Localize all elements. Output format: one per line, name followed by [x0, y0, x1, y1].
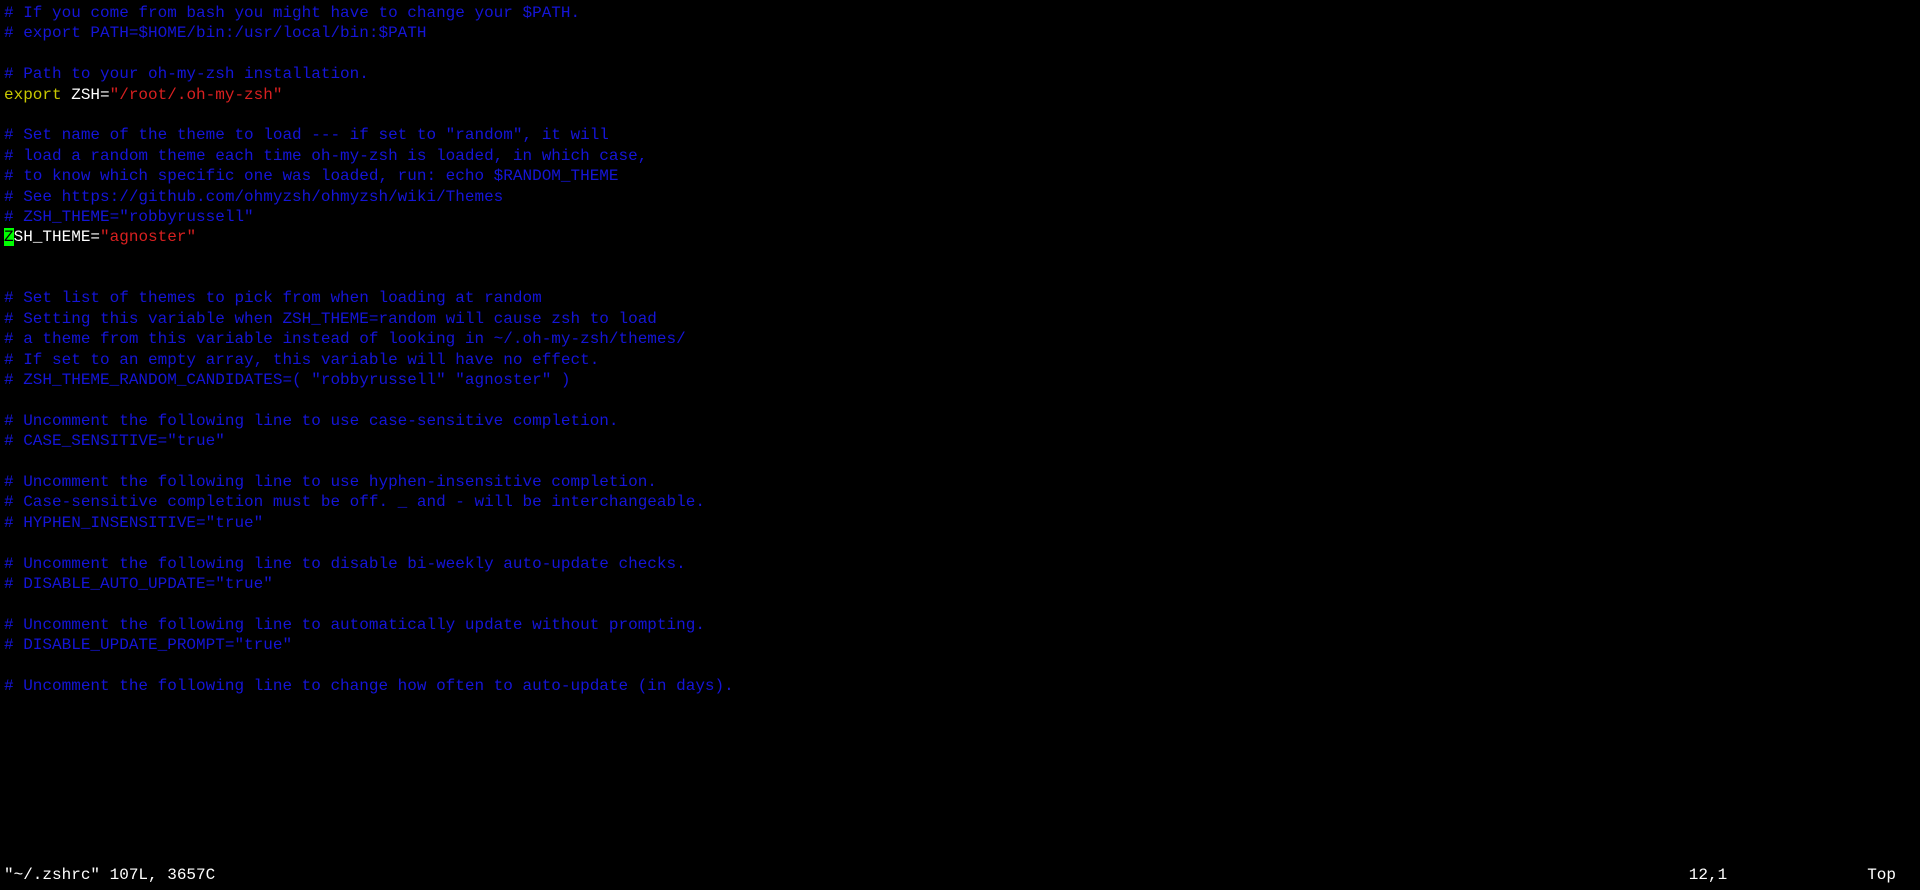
string-literal: "agnoster": [100, 228, 196, 246]
code-line: # export PATH=$HOME/bin:/usr/local/bin:$…: [4, 23, 1920, 43]
code-line: # ZSH_THEME_RANDOM_CANDIDATES=( "robbyru…: [4, 370, 1920, 390]
comment-text: # HYPHEN_INSENSITIVE="true": [4, 514, 263, 532]
code-line: [4, 452, 1920, 472]
vim-statusbar: "~/.zshrc" 107L, 3657C 12,1 Top: [0, 865, 1920, 885]
comment-text: # If set to an empty array, this variabl…: [4, 351, 599, 369]
comment-text: # Case-sensitive completion must be off.…: [4, 493, 705, 511]
status-filename: "~/.zshrc" 107L, 3657C: [4, 865, 215, 885]
code-line: [4, 656, 1920, 676]
comment-text: # Uncomment the following line to use ca…: [4, 412, 619, 430]
comment-text: # a theme from this variable instead of …: [4, 330, 686, 348]
code-line: # Uncomment the following line to disabl…: [4, 554, 1920, 574]
code-line: # HYPHEN_INSENSITIVE="true": [4, 513, 1920, 533]
status-scroll-position: Top: [1867, 865, 1896, 885]
code-line: # Uncomment the following line to automa…: [4, 615, 1920, 635]
code-line: [4, 594, 1920, 614]
code-line: # If you come from bash you might have t…: [4, 3, 1920, 23]
status-cursor-position: 12,1: [1689, 865, 1727, 885]
editor-viewport[interactable]: # If you come from bash you might have t…: [0, 0, 1920, 696]
code-line: # ZSH_THEME="robbyrussell": [4, 207, 1920, 227]
code-line: # DISABLE_AUTO_UPDATE="true": [4, 574, 1920, 594]
comment-text: # DISABLE_UPDATE_PROMPT="true": [4, 636, 292, 654]
string-literal: "/root/.oh-my-zsh": [110, 86, 283, 104]
variable-assign: SH_THEME=: [14, 228, 100, 246]
comment-text: # to know which specific one was loaded,…: [4, 167, 619, 185]
comment-text: # load a random theme each time oh-my-zs…: [4, 147, 647, 165]
comment-text: # ZSH_THEME_RANDOM_CANDIDATES=( "robbyru…: [4, 371, 571, 389]
code-line: # If set to an empty array, this variabl…: [4, 350, 1920, 370]
code-line: # Setting this variable when ZSH_THEME=r…: [4, 309, 1920, 329]
cursor: Z: [4, 228, 14, 246]
code-line: [4, 390, 1920, 410]
code-line: # Uncomment the following line to change…: [4, 676, 1920, 696]
code-line: # Case-sensitive completion must be off.…: [4, 492, 1920, 512]
code-line: # load a random theme each time oh-my-zs…: [4, 146, 1920, 166]
comment-text: # DISABLE_AUTO_UPDATE="true": [4, 575, 273, 593]
code-line: [4, 268, 1920, 288]
comment-text: # Setting this variable when ZSH_THEME=r…: [4, 310, 657, 328]
code-line: # Set list of themes to pick from when l…: [4, 288, 1920, 308]
code-line: [4, 533, 1920, 553]
code-line: # Uncomment the following line to use hy…: [4, 472, 1920, 492]
code-line: # Set name of the theme to load --- if s…: [4, 125, 1920, 145]
comment-text: # Path to your oh-my-zsh installation.: [4, 65, 369, 83]
keyword: export: [4, 86, 62, 104]
code-line: export ZSH="/root/.oh-my-zsh": [4, 85, 1920, 105]
comment-text: # If you come from bash you might have t…: [4, 4, 580, 22]
comment-text: # Uncomment the following line to use hy…: [4, 473, 657, 491]
comment-text: # CASE_SENSITIVE="true": [4, 432, 225, 450]
code-line: # to know which specific one was loaded,…: [4, 166, 1920, 186]
comment-text: # See https://github.com/ohmyzsh/ohmyzsh…: [4, 188, 503, 206]
comment-text: # export PATH=$HOME/bin:/usr/local/bin:$…: [4, 24, 426, 42]
comment-text: # ZSH_THEME="robbyrussell": [4, 208, 254, 226]
code-line: [4, 248, 1920, 268]
variable-assign: ZSH=: [62, 86, 110, 104]
code-line: # DISABLE_UPDATE_PROMPT="true": [4, 635, 1920, 655]
code-line: # Uncomment the following line to use ca…: [4, 411, 1920, 431]
comment-text: # Set name of the theme to load --- if s…: [4, 126, 609, 144]
code-line: # Path to your oh-my-zsh installation.: [4, 64, 1920, 84]
comment-text: # Uncomment the following line to automa…: [4, 616, 705, 634]
code-line: # See https://github.com/ohmyzsh/ohmyzsh…: [4, 187, 1920, 207]
comment-text: # Set list of themes to pick from when l…: [4, 289, 542, 307]
code-line: # CASE_SENSITIVE="true": [4, 431, 1920, 451]
code-line: # a theme from this variable instead of …: [4, 329, 1920, 349]
comment-text: # Uncomment the following line to disabl…: [4, 555, 686, 573]
code-line: [4, 105, 1920, 125]
comment-text: # Uncomment the following line to change…: [4, 677, 734, 695]
code-line: [4, 44, 1920, 64]
code-line: ZSH_THEME="agnoster": [4, 227, 1920, 247]
